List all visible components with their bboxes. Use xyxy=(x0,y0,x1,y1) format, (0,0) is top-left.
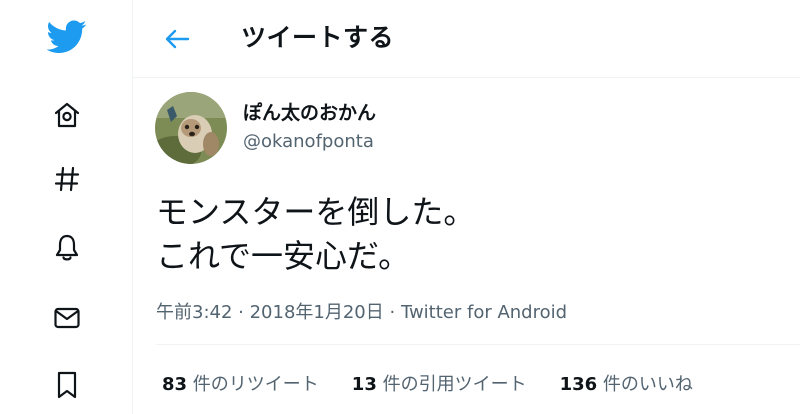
envelope-icon[interactable] xyxy=(44,295,90,341)
tweet-text-line: モンスターを倒した。 xyxy=(156,193,476,231)
tweet-date[interactable]: 2018年1月20日 xyxy=(250,302,384,323)
page-title: ツイートする xyxy=(241,23,395,52)
back-button[interactable] xyxy=(159,21,195,57)
meta-separator: · xyxy=(383,302,401,323)
retweet-label: 件のリツイート xyxy=(187,374,319,395)
page-header: ツイートする xyxy=(133,0,800,78)
sidebar xyxy=(0,0,133,414)
arrow-left-icon xyxy=(165,29,190,49)
twitter-bird-icon[interactable] xyxy=(44,14,90,60)
display-name[interactable]: ぽん太のおかん xyxy=(243,98,376,125)
hashtag-icon[interactable] xyxy=(44,156,90,202)
quote-tweets-stat[interactable]: 13 件の引用ツイート xyxy=(352,370,527,396)
tweet-time[interactable]: 午前3:42 xyxy=(156,302,232,323)
bookmark-icon[interactable] xyxy=(44,362,90,408)
tweet-stats: 83 件のリツイート 13 件の引用ツイート 136 件のいいね xyxy=(162,370,726,396)
avatar[interactable] xyxy=(155,92,227,164)
quote-count: 13 xyxy=(351,374,377,395)
quote-label: 件の引用ツイート xyxy=(376,374,527,395)
divider xyxy=(156,344,800,345)
like-label: 件のいいね xyxy=(597,374,693,395)
bell-icon[interactable] xyxy=(44,225,90,271)
tweet-text-line: これで一安心だ。 xyxy=(156,237,411,275)
retweets-stat[interactable]: 83 件のリツイート xyxy=(162,370,319,396)
tweet-detail-panel: ツイートする ぽん太のおかん @okanofponta モンスターを倒した。 こ… xyxy=(133,0,800,414)
tweet-metadata: 午前3:42 · 2018年1月20日 · Twitter for Androi… xyxy=(156,298,567,324)
user-handle[interactable]: @okanofponta xyxy=(243,131,374,152)
meta-separator: · xyxy=(232,302,250,323)
home-icon[interactable] xyxy=(44,92,90,138)
app-window: ツイートする ぽん太のおかん @okanofponta モンスターを倒した。 こ… xyxy=(0,0,800,414)
retweet-count: 83 xyxy=(162,374,188,395)
tweet-source[interactable]: Twitter for Android xyxy=(401,302,567,323)
tweet-text: モンスターを倒した。 これで一安心だ。 xyxy=(156,190,475,278)
like-count: 136 xyxy=(559,374,598,395)
likes-stat[interactable]: 136 件のいいね xyxy=(560,370,693,396)
